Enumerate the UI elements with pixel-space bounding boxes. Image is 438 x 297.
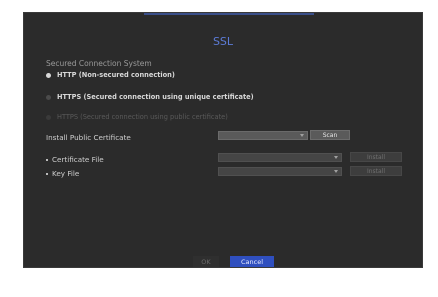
bullet-icon [46, 158, 48, 161]
chevron-down-icon [300, 134, 304, 137]
key-file-label: Key File [52, 169, 80, 178]
key-file-select [218, 167, 342, 176]
ok-button[interactable]: OK [193, 256, 219, 267]
install-certificate-button: Install [350, 152, 402, 162]
chevron-down-icon [334, 156, 338, 159]
radio-http[interactable]: HTTP (Non-secured connection) [46, 71, 175, 79]
radio-https-unique-label: HTTPS (Secured connection using unique c… [57, 93, 254, 101]
chevron-down-icon [334, 170, 338, 173]
radio-https-unique[interactable]: HTTPS (Secured connection using unique c… [46, 93, 254, 101]
radio-https-public: HTTPS (Secured connection using public c… [46, 113, 228, 121]
public-certificate-select[interactable] [218, 131, 308, 140]
radio-disabled-icon [46, 114, 51, 120]
dialog-title: SSL [212, 35, 234, 48]
radio-http-label: HTTP (Non-secured connection) [57, 71, 175, 79]
install-key-button: Install [350, 166, 402, 176]
radio-selected-icon [46, 72, 51, 78]
bullet-icon [46, 172, 48, 175]
radio-https-public-label: HTTPS (Secured connection using public c… [57, 113, 228, 121]
key-file-row-label: Key File [46, 169, 79, 178]
install-public-certificate-label: Install Public Certificate [46, 133, 131, 142]
cancel-button[interactable]: Cancel [230, 256, 274, 267]
certificate-file-label: Certificate File [52, 155, 104, 164]
certificate-file-row-label: Certificate File [46, 155, 104, 164]
ssl-dialog: SSL Secured Connection System HTTP (Non-… [23, 12, 423, 268]
certificate-file-select [218, 153, 342, 162]
radio-unselected-icon [46, 94, 51, 100]
scan-button[interactable]: Scan [310, 130, 350, 140]
title-accent-line [144, 13, 314, 15]
secured-connection-label: Secured Connection System [46, 59, 152, 68]
